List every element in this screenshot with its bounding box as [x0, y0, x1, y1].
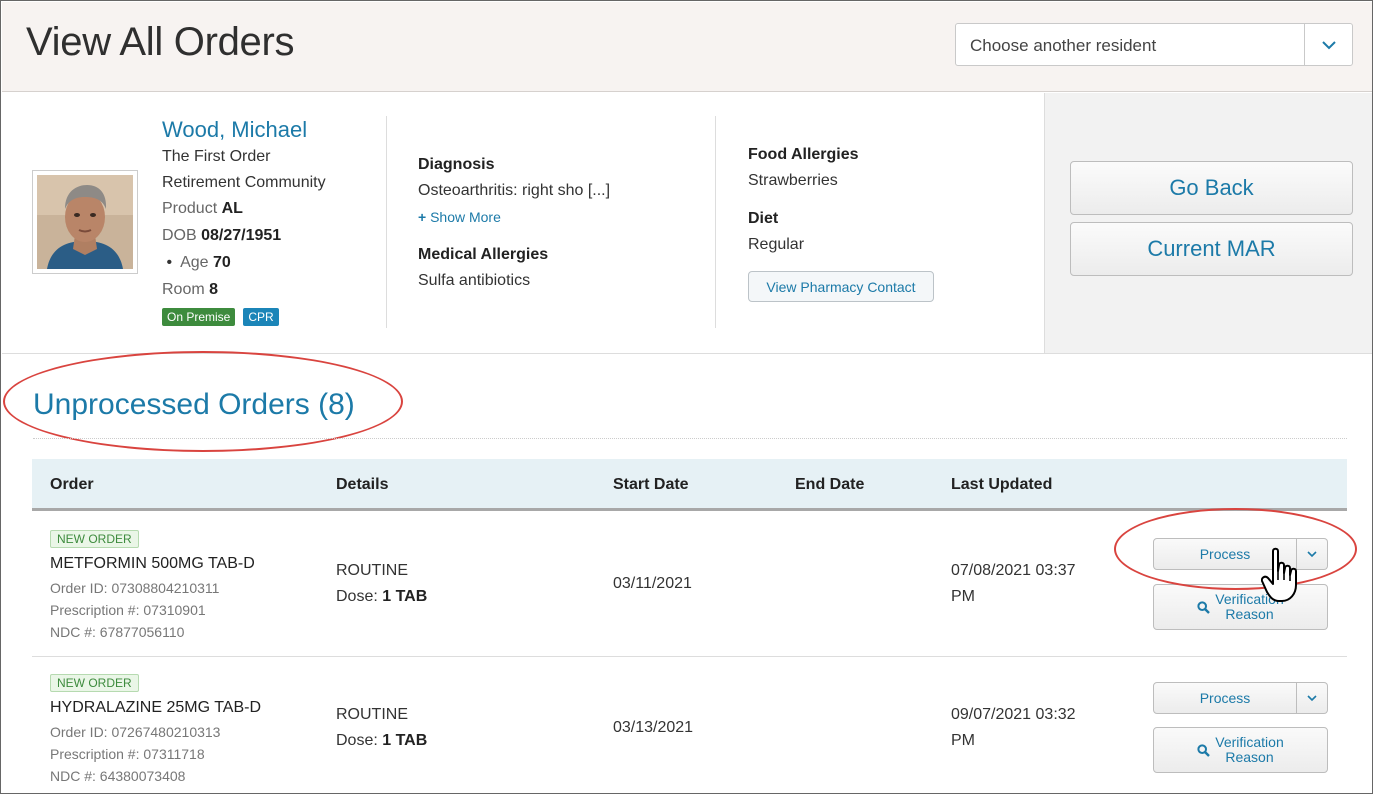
community-line-1: The First Order — [162, 148, 271, 165]
frequency: ROUTINE — [336, 562, 408, 579]
verification-label: Verification — [1215, 734, 1284, 750]
medical-allergies-value: Sulfa antibiotics — [418, 272, 531, 289]
page-title: View All Orders — [26, 20, 295, 64]
divider — [386, 116, 387, 328]
reason-label: Reason — [1225, 749, 1274, 765]
chevron-down-icon[interactable] — [1297, 682, 1328, 714]
table-row: NEW ORDER HYDRALAZINE 25MG TAB-D Order I… — [32, 658, 1347, 793]
last-updated-date: 07/08/2021 03:37 — [951, 562, 1076, 579]
dose: Dose: 1 TAB — [336, 732, 427, 750]
search-icon — [1197, 743, 1211, 757]
age-label: Age — [180, 254, 209, 271]
show-more-link[interactable]: + Show More — [418, 209, 501, 225]
order-id: Order ID: 07267480210313 — [50, 724, 221, 740]
annotation-ellipse-process — [1114, 508, 1357, 590]
dob-field: DOB 08/27/1951 — [162, 227, 281, 245]
show-more-label: Show More — [430, 209, 501, 225]
diagnosis-label: Diagnosis — [418, 156, 495, 173]
diet-label: Diet — [748, 210, 779, 227]
product-label: Product — [162, 200, 218, 217]
dose-value: 1 TAB — [382, 732, 428, 749]
status-badges: On Premise CPR — [162, 308, 279, 326]
process-button[interactable]: Process — [1153, 682, 1297, 714]
ndc-number: NDC #: 64380073408 — [50, 768, 186, 784]
reason-label: Reason — [1225, 606, 1274, 622]
drug-name: HYDRALAZINE 25MG TAB-D — [50, 699, 262, 716]
column-header-end-date[interactable]: End Date — [795, 476, 864, 494]
chevron-down-icon[interactable] — [1304, 24, 1352, 65]
start-date: 03/11/2021 — [613, 575, 692, 592]
status-badge-cpr: CPR — [243, 308, 279, 326]
start-date: 03/13/2021 — [613, 719, 694, 736]
page-header: View All Orders Choose another resident — [2, 2, 1372, 92]
last-updated-meridiem: PM — [951, 588, 975, 605]
community-line-2: Retirement Community — [162, 174, 326, 191]
divider — [715, 116, 716, 328]
section-divider — [33, 438, 1347, 439]
room-label: Room — [162, 281, 205, 298]
verification-reason-button[interactable]: Verification Reason — [1153, 584, 1328, 630]
resident-select[interactable]: Choose another resident — [955, 23, 1353, 66]
resident-select-placeholder: Choose another resident — [970, 36, 1157, 55]
prescription-number: Prescription #: 07310901 — [50, 602, 206, 618]
prescription-number: Prescription #: 07311718 — [50, 746, 205, 762]
bullet-icon: • — [162, 254, 177, 271]
column-header-start-date[interactable]: Start Date — [613, 476, 689, 494]
order-id: Order ID: 07308804210311 — [50, 580, 220, 596]
medical-allergies-label: Medical Allergies — [418, 246, 549, 263]
diagnosis-value: Osteoarthritis: right sho [...] — [418, 182, 611, 199]
dose-label: Dose: — [336, 588, 378, 605]
column-header-last-updated[interactable]: Last Updated — [951, 476, 1052, 494]
room-value: 8 — [209, 281, 219, 298]
frequency: ROUTINE — [336, 706, 408, 723]
verification-reason-button[interactable]: Verification Reason — [1153, 727, 1328, 773]
view-pharmacy-contact-button[interactable]: View Pharmacy Contact — [748, 271, 934, 302]
room-field: Room 8 — [162, 281, 218, 299]
product-value: AL — [221, 200, 243, 217]
search-icon — [1197, 600, 1211, 614]
diet-value: Regular — [748, 236, 805, 253]
status-badge-on-premise: On Premise — [162, 308, 236, 326]
app-frame: View All Orders Choose another resident … — [0, 0, 1373, 794]
plus-icon: + — [418, 209, 427, 225]
dob-value: 08/27/1951 — [201, 227, 282, 244]
dob-label: DOB — [162, 227, 197, 244]
table-header: Order Details Start Date End Date Last U… — [32, 459, 1347, 511]
current-mar-button[interactable]: Current MAR — [1070, 222, 1353, 276]
annotation-ellipse-title — [3, 351, 403, 452]
hand-cursor-icon — [1261, 547, 1297, 602]
product-field: Product AL — [162, 200, 243, 218]
new-order-tag: NEW ORDER — [50, 530, 139, 548]
last-updated-date: 09/07/2021 03:32 — [951, 706, 1076, 723]
ndc-number: NDC #: 67877056110 — [50, 624, 185, 640]
column-header-details[interactable]: Details — [336, 476, 388, 494]
resident-info-panel: Wood, Michael The First Order Retirement… — [2, 93, 1044, 354]
drug-name: METFORMIN 500MG TAB-D — [50, 555, 255, 572]
dose-label: Dose: — [336, 732, 378, 749]
new-order-tag: NEW ORDER — [50, 674, 139, 692]
food-allergies-label: Food Allergies — [748, 146, 859, 163]
resident-name[interactable]: Wood, Michael — [162, 117, 307, 143]
last-updated-meridiem: PM — [951, 732, 975, 749]
side-actions: Go Back Current MAR — [1044, 93, 1372, 354]
food-allergies-value: Strawberries — [748, 172, 838, 189]
dose: Dose: 1 TAB — [336, 588, 427, 606]
go-back-button[interactable]: Go Back — [1070, 161, 1353, 215]
dose-value: 1 TAB — [382, 588, 428, 605]
resident-photo — [32, 170, 138, 274]
process-button-group: Process — [1153, 682, 1328, 714]
age-field: • Age 70 — [162, 254, 231, 272]
column-header-order[interactable]: Order — [50, 476, 94, 494]
age-value: 70 — [212, 254, 231, 271]
